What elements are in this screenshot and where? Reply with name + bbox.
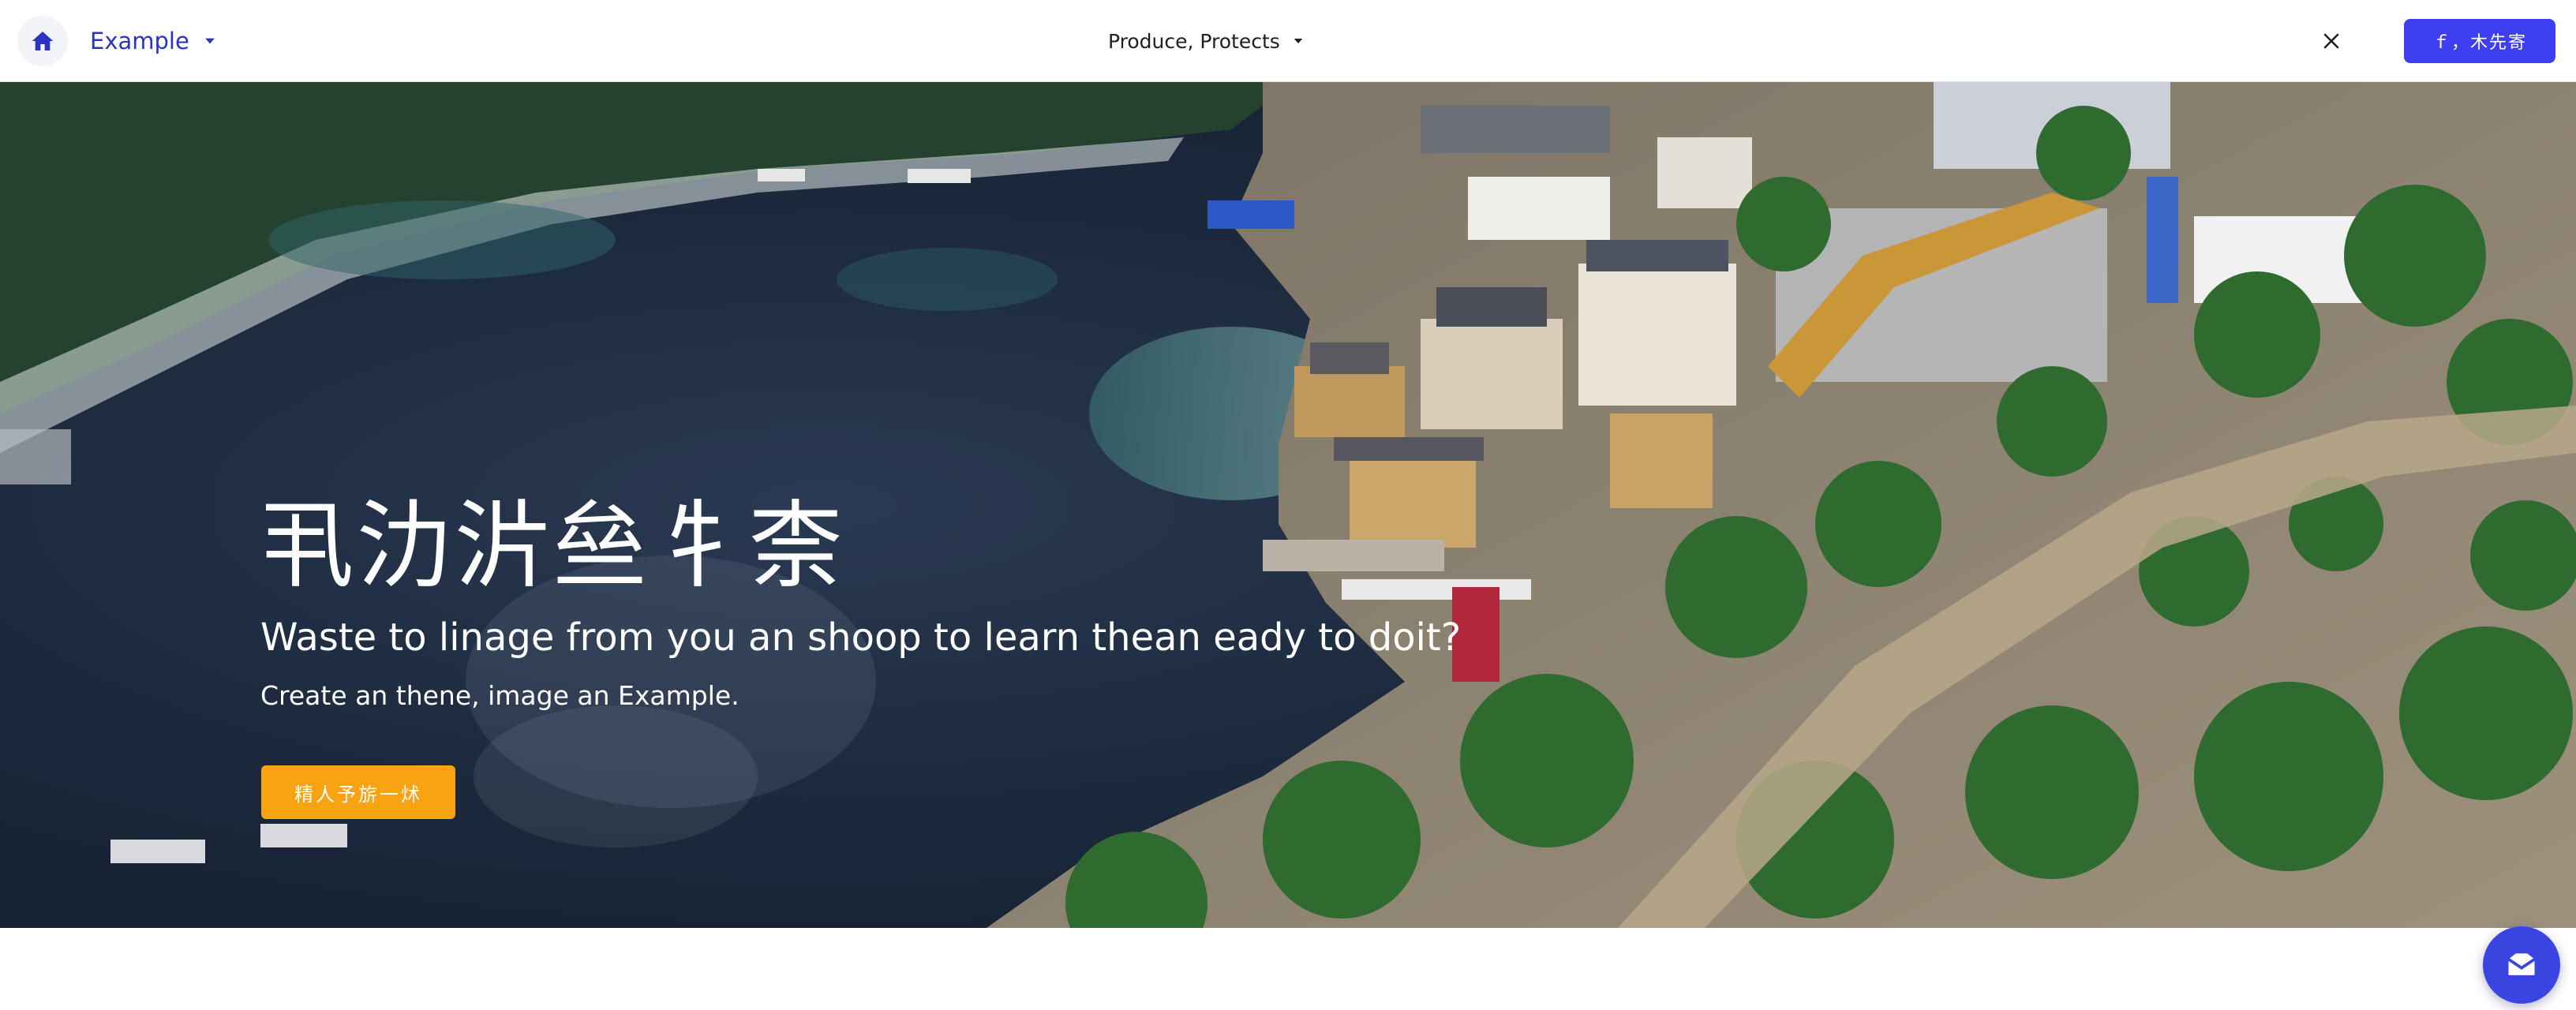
hero-tagline: Create an thene, image an Example. <box>260 680 739 711</box>
chat-button[interactable] <box>2483 926 2560 1004</box>
home-icon <box>32 32 54 50</box>
signup-button[interactable]: ｆ，木先寄 <box>2404 19 2555 63</box>
close-icon <box>2323 33 2339 49</box>
top-navbar: Example Produce, Protects ｆ，木先寄 <box>0 0 2576 82</box>
hero-cta-button[interactable]: 精人予旂一炢 <box>261 765 455 819</box>
chevron-down-icon <box>204 38 215 44</box>
close-button[interactable] <box>2317 24 2346 58</box>
chevron-down-icon <box>1294 39 1303 43</box>
hero-section: 丮氻沜亝牜柰 Waste to linage from you an shoop… <box>0 82 2576 928</box>
home-button[interactable] <box>17 16 68 66</box>
hero-subtitle: Waste to linage from you an shoop to lea… <box>260 615 1462 660</box>
hero-title: 丮氻沜亝牜柰 <box>259 492 846 601</box>
products-menu[interactable]: Produce, Protects <box>1108 25 1305 57</box>
brand-label: Example <box>90 28 189 54</box>
products-menu-label: Produce, Protects <box>1108 29 1280 53</box>
chat-icon <box>2507 953 2536 975</box>
brand-menu[interactable]: Example <box>90 25 218 57</box>
